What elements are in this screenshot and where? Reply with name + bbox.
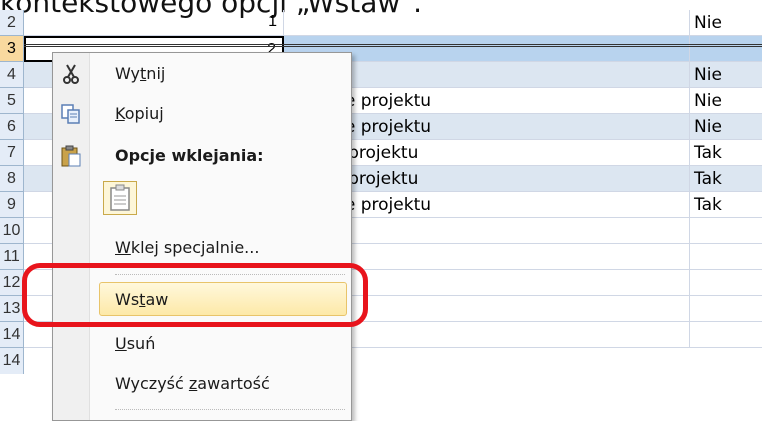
row-header[interactable]: 2 (0, 10, 24, 36)
row-header[interactable]: 6 (0, 114, 24, 140)
row-header[interactable]: 12 (0, 270, 24, 296)
row-header[interactable]: 10 (0, 218, 24, 244)
menu-section-paste-options: Opcje wklejania: (53, 139, 351, 173)
table-row: 2 1 Nie (0, 10, 762, 36)
row-header[interactable]: 5 (0, 88, 24, 114)
menu-item-label: Wklej specjalnie... (115, 238, 260, 257)
menu-item-label: Wytnij (115, 64, 166, 83)
cell-d[interactable]: Tak (690, 140, 762, 166)
copy-icon (59, 102, 83, 126)
menu-item-label: Wyczyść zawartość (115, 374, 270, 393)
row-header[interactable]: 11 (0, 244, 24, 270)
cell-d[interactable] (690, 322, 762, 348)
row-header[interactable]: 9 (0, 192, 24, 218)
scissors-icon (59, 62, 83, 86)
cell-c[interactable] (284, 10, 690, 36)
cell-d[interactable]: Nie (690, 10, 762, 36)
cell-d[interactable] (690, 218, 762, 244)
menu-item-cut[interactable]: Wytnij (53, 57, 351, 91)
cell-b[interactable]: 1 (24, 10, 284, 36)
menu-item-clear-contents[interactable]: Wyczyść zawartość (53, 367, 351, 401)
context-menu: Wytnij Kopiuj Opcje wklejania: Wklej spe… (52, 52, 352, 421)
paste-options-label: Opcje wklejania: (115, 146, 264, 165)
cell-d[interactable]: Tak (690, 192, 762, 218)
cell-d[interactable] (690, 296, 762, 322)
menu-item-copy[interactable]: Kopiuj (53, 97, 351, 131)
clipboard-icon (59, 144, 83, 168)
menu-separator (115, 409, 345, 410)
cell-d[interactable] (690, 244, 762, 270)
row-header[interactable]: 8 (0, 166, 24, 192)
row-header[interactable]: 14 (0, 322, 24, 348)
menu-item-delete[interactable]: Usuń (53, 327, 351, 361)
paste-button[interactable] (103, 181, 137, 215)
cell-d[interactable]: Nie (690, 88, 762, 114)
row-header[interactable]: 13 (0, 296, 24, 322)
row-header[interactable]: 7 (0, 140, 24, 166)
copy-marquee (24, 44, 762, 47)
menu-item-paste-special[interactable]: Wklej specjalnie... (53, 231, 351, 265)
cell-d[interactable] (690, 36, 762, 62)
cell-d[interactable]: Nie (690, 114, 762, 140)
cell-d[interactable]: Nie (690, 62, 762, 88)
cell-d[interactable]: Tak (690, 166, 762, 192)
menu-item-label: Kopiuj (115, 104, 164, 123)
row-header[interactable]: 4 (0, 62, 24, 88)
row-header[interactable]: 3 (0, 36, 24, 62)
row-header[interactable]: 14 (0, 348, 24, 374)
cell-d[interactable] (690, 270, 762, 296)
red-highlight-ring (22, 263, 368, 327)
paste-icon (110, 184, 130, 211)
menu-item-label: Usuń (115, 334, 156, 353)
